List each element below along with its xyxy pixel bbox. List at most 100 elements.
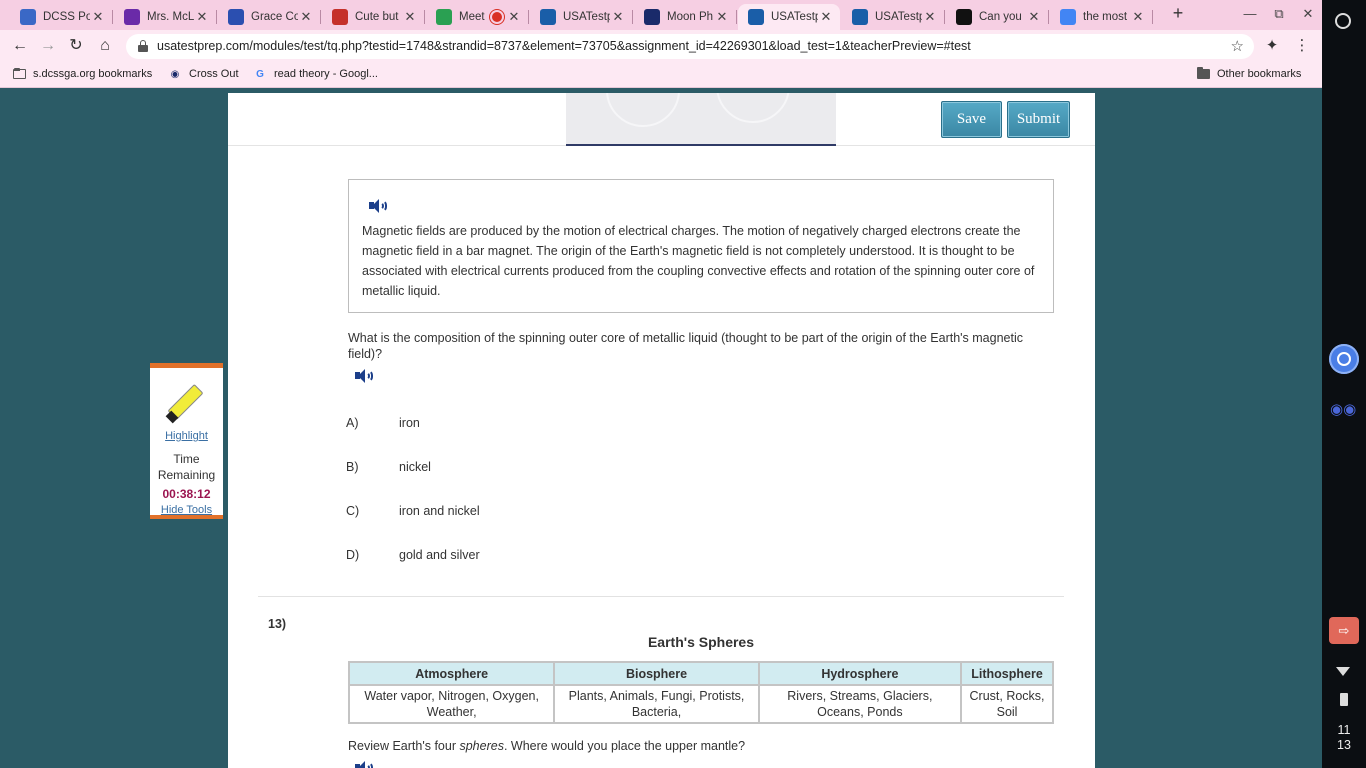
clock[interactable]: 11 13 xyxy=(1322,723,1366,753)
speaker-icon[interactable] xyxy=(355,368,373,384)
submit-button[interactable]: Submit xyxy=(1007,101,1070,138)
wifi-icon[interactable] xyxy=(1336,667,1350,676)
reading-passage: Magnetic fields are produced by the moti… xyxy=(348,179,1054,313)
save-button[interactable]: Save xyxy=(941,101,1002,138)
battery-icon[interactable] xyxy=(1340,693,1348,706)
browser-tab[interactable]: Mrs. McL ✕ xyxy=(114,4,217,30)
reload-icon[interactable]: ↻ xyxy=(66,36,86,56)
tab-close-icon[interactable]: ✕ xyxy=(818,9,834,25)
browser-tab[interactable]: DCSS Por✕ xyxy=(10,4,113,30)
browser-tab[interactable]: USATestp ✕ xyxy=(530,4,633,30)
browser-tab[interactable]: Can you ✕ xyxy=(946,4,1049,30)
folder-icon xyxy=(1196,67,1210,80)
time-label: Time xyxy=(173,452,200,466)
column-header: Hydrosphere xyxy=(757,661,963,686)
bookmarks-bar: s.dcssga.org bookmarks ◉ Cross Out G rea… xyxy=(0,63,1322,88)
tab-close-icon[interactable]: ✕ xyxy=(610,9,626,25)
choice-letter: B) xyxy=(346,460,359,474)
tab-favicon-icon xyxy=(540,9,556,25)
exit-icon[interactable]: ⇨ xyxy=(1329,617,1359,644)
bookmark-star-icon[interactable]: ☆ xyxy=(1231,37,1244,55)
next-question-text: Review Earth's four spheres. Where would… xyxy=(348,739,745,753)
close-window-icon[interactable]: ✕ xyxy=(1300,6,1316,22)
bookmark-label: s.dcssga.org bookmarks xyxy=(33,68,153,80)
forward-icon[interactable]: → xyxy=(38,36,58,56)
column-header: Atmosphere xyxy=(347,661,556,686)
back-icon[interactable]: ← xyxy=(10,36,30,56)
highlighter-icon[interactable] xyxy=(165,381,209,425)
tab-close-icon[interactable]: ✕ xyxy=(194,9,210,25)
clock-minute: 13 xyxy=(1337,738,1351,752)
choice-text: iron xyxy=(399,416,420,430)
bookmark-dcssga[interactable]: s.dcssga.org bookmarks xyxy=(12,68,152,80)
menu-icon[interactable]: ⋮ xyxy=(1292,36,1312,56)
url-text: usatestprep.com/modules/test/tq.php?test… xyxy=(157,39,971,53)
tab-favicon-icon xyxy=(228,9,244,25)
tab-label: Mrs. McL xyxy=(147,11,194,23)
question-number: 13) xyxy=(268,617,287,631)
bookmark-label: Other bookmarks xyxy=(1217,68,1302,80)
tab-favicon-icon xyxy=(436,9,452,25)
owl-app-icon[interactable]: ◉◉ xyxy=(1330,400,1356,418)
bookmark-read-theory[interactable]: G read theory - Googl... xyxy=(253,68,378,80)
browser-tab[interactable]: Moon Ph ✕ xyxy=(634,4,737,30)
header-banner-image xyxy=(566,93,836,146)
minimize-icon[interactable]: — xyxy=(1242,6,1258,21)
table-header-row: Atmosphere Biosphere Hydrosphere Lithosp… xyxy=(347,661,1054,686)
tab-close-icon[interactable]: ✕ xyxy=(90,9,106,25)
browser-tab[interactable]: the most ✕ xyxy=(1050,4,1153,30)
extensions-icon[interactable]: ✦ xyxy=(1262,36,1282,56)
browser-toolbar: ← → ↻ ⌂ usatestprep.com/modules/test/tq.… xyxy=(0,30,1322,63)
address-bar[interactable]: usatestprep.com/modules/test/tq.php?test… xyxy=(126,34,1254,59)
browser-tab[interactable]: USATestp ✕ xyxy=(738,4,840,30)
tab-label: Grace Co xyxy=(251,11,298,23)
google-icon: G xyxy=(256,68,264,80)
browser-tab[interactable]: Cute but ✕ xyxy=(322,4,425,30)
speaker-icon[interactable] xyxy=(355,760,373,768)
owl-icon: ◉ xyxy=(170,68,180,80)
tab-close-icon[interactable]: ✕ xyxy=(506,9,522,25)
browser-tab[interactable]: USATestp ✕ xyxy=(842,4,945,30)
system-shelf: ◉◉ ⇨ 11 13 xyxy=(1322,0,1366,768)
tools-panel: Highlight Time Remaining 00:38:12 Hide T… xyxy=(150,363,223,519)
launcher-icon[interactable] xyxy=(1335,13,1351,29)
table-cell: Rivers, Streams, Glaciers, Oceans, Ponds xyxy=(757,684,963,724)
restore-icon[interactable]: ⧉ xyxy=(1271,6,1287,22)
tab-close-icon[interactable]: ✕ xyxy=(402,9,418,25)
tab-close-icon[interactable]: ✕ xyxy=(922,9,938,25)
tab-favicon-icon xyxy=(20,9,36,25)
remaining-label: Remaining xyxy=(157,468,216,482)
speaker-icon[interactable] xyxy=(369,198,387,214)
tab-label: DCSS Por xyxy=(43,11,90,23)
home-icon[interactable]: ⌂ xyxy=(95,36,115,56)
hide-tools-link[interactable]: Hide Tools xyxy=(150,504,223,516)
column-header: Lithosphere xyxy=(960,661,1054,686)
tab-favicon-icon xyxy=(124,9,140,25)
tab-close-icon[interactable]: ✕ xyxy=(1026,9,1042,25)
new-tab-button[interactable]: + xyxy=(1168,4,1188,24)
tab-label: Meet xyxy=(459,11,485,23)
browser-tab[interactable]: Meet ✕ xyxy=(426,4,529,30)
tab-close-icon[interactable]: ✕ xyxy=(714,9,730,25)
active-app-icon[interactable] xyxy=(1329,344,1359,374)
bookmark-label: Cross Out xyxy=(189,68,239,80)
other-bookmarks[interactable]: Other bookmarks xyxy=(1196,67,1302,80)
tab-favicon-icon xyxy=(644,9,660,25)
prompt-part: . Where would you place the upper mantle… xyxy=(503,739,746,753)
countdown-timer: 00:38:12 xyxy=(162,487,211,501)
table-cell: Water vapor, Nitrogen, Oxygen, Weather, xyxy=(347,684,556,724)
lock-icon xyxy=(138,40,148,52)
table-cell: Crust, Rocks, Soil xyxy=(960,684,1054,724)
column-header: Biosphere xyxy=(553,661,760,686)
table-row: Water vapor, Nitrogen, Oxygen, Weather, … xyxy=(347,684,1054,724)
choice-text: iron and nickel xyxy=(399,504,480,518)
question-divider xyxy=(258,596,1064,597)
choice-text: nickel xyxy=(399,460,431,474)
browser-tab[interactable]: Grace Co ✕ xyxy=(218,4,321,30)
tab-close-icon[interactable]: ✕ xyxy=(1130,9,1146,25)
highlight-link[interactable]: Highlight xyxy=(150,430,223,442)
choice-letter: A) xyxy=(346,416,359,430)
tab-label: the most xyxy=(1083,11,1128,23)
tab-close-icon[interactable]: ✕ xyxy=(298,9,314,25)
bookmark-cross-out[interactable]: ◉ Cross Out xyxy=(168,68,239,80)
